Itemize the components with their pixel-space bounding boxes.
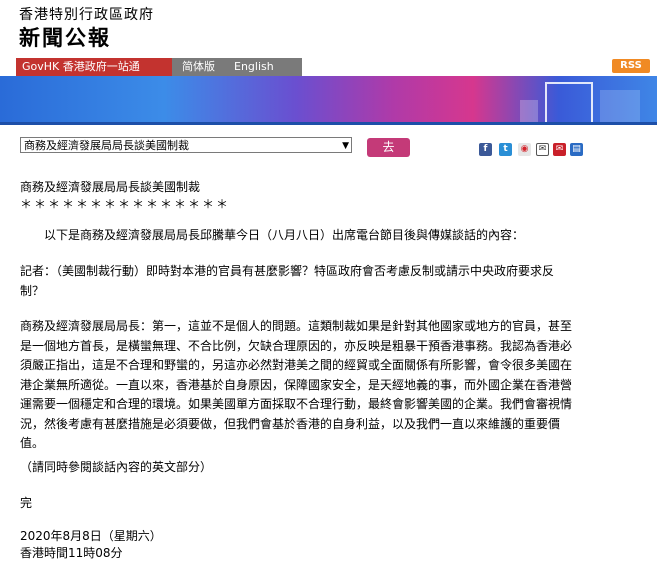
top-navigation: GovHK 香港政府一站通 简体版 English RSS xyxy=(0,58,657,76)
answer-line: 是一個地方首長，是橫蠻無理、不合比例，欠缺合理原因的，亦反映是粗暴干預香港事務。… xyxy=(20,338,573,353)
banner-decoration xyxy=(520,100,538,122)
secretary-answer: 商務及經濟發展局局長：第一，這並不是個人的問題。這類制裁如果是針對其他國家或地方… xyxy=(20,317,632,454)
answer-line: 商務及經濟發展局局長：第一，這並不是個人的問題。這類制裁如果是針對其他國家或地方… xyxy=(20,319,573,333)
simplified-chinese-link[interactable]: 简体版 xyxy=(182,58,215,76)
email-share-icon[interactable]: ✉ xyxy=(553,143,566,156)
facebook-icon[interactable]: f xyxy=(479,143,492,156)
weibo-icon[interactable]: ◉ xyxy=(518,143,531,156)
title-stars: ＊＊＊＊＊＊＊＊＊＊＊＊＊＊＊ xyxy=(20,197,231,211)
banner-underline xyxy=(0,122,657,125)
answer-line: 須嚴正指出，這是不合理和野蠻的，另這亦必然對港美之間的經貿或全面關係有所影響，會… xyxy=(20,358,573,372)
government-title: 香港特別行政區政府 xyxy=(19,7,154,23)
answer-line: 值。 xyxy=(20,436,45,450)
english-link[interactable]: English xyxy=(234,58,274,76)
rss-icon[interactable]: RSS xyxy=(612,59,650,73)
article-select[interactable]: 商務及經濟發展局局長談美國制裁 ▼ xyxy=(20,137,352,153)
intro-paragraph: 以下是商務及經濟發展局局長邱騰華今日（八月八日）出席電台節目後與傳媒談話的內容： xyxy=(44,228,525,242)
language-bar: 简体版 English xyxy=(172,58,302,76)
article-select-value: 商務及經濟發展局局長談美國制裁 xyxy=(24,139,189,152)
english-reference-note: （請同時參閱談話內容的英文部分） xyxy=(20,460,213,474)
question-line: 記者：（美國制裁行動）即時對本港的官員有甚麼影響？特區政府會否考慮反制或請示中央… xyxy=(20,264,555,278)
answer-line: 況，然後考慮有甚麼措施是必須要做，但我們會基於香港的自身利益，以及我們一直以來維… xyxy=(20,416,561,431)
go-button[interactable]: 去 xyxy=(367,138,410,157)
email-icon[interactable]: ✉ xyxy=(536,143,549,156)
answer-line: 港企業無所適從。一直以來，香港基於自身原因，保障國家安全，是天經地義的事，而外國… xyxy=(20,377,573,392)
answer-line: 運需要一個穩定和合理的環境。如果美國單方面採取不合理行動，最終會影響美國的企業。… xyxy=(20,397,573,411)
govhk-link[interactable]: GovHK 香港政府一站通 xyxy=(16,58,172,76)
end-marker: 完 xyxy=(20,496,33,510)
banner-decoration xyxy=(600,90,640,122)
release-time: 香港時間11時08分 xyxy=(20,546,123,560)
twitter-icon[interactable]: t xyxy=(499,143,512,156)
masthead: 香港特別行政區政府 新聞公報 xyxy=(0,0,657,54)
header-banner xyxy=(0,76,657,122)
banner-decoration xyxy=(545,82,593,122)
chevron-down-icon: ▼ xyxy=(342,141,349,151)
print-icon[interactable]: ▤ xyxy=(570,143,583,156)
press-releases-title: 新聞公報 xyxy=(19,26,111,50)
question-line: 制？ xyxy=(20,283,45,298)
reporter-question: 記者：（美國制裁行動）即時對本港的官員有甚麼影響？特區政府會否考慮反制或請示中央… xyxy=(20,262,632,301)
